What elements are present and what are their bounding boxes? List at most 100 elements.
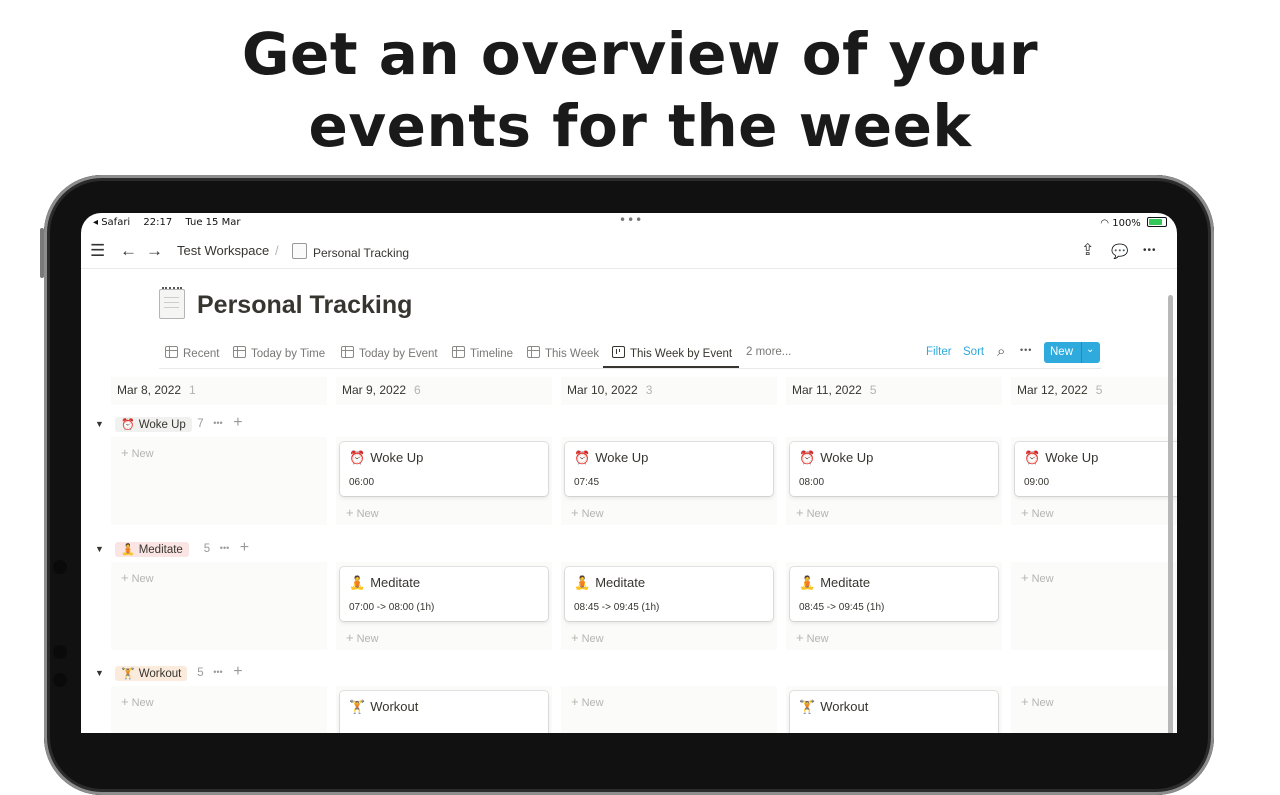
add-new-button[interactable]: + New bbox=[796, 630, 829, 645]
add-new-label: New bbox=[581, 697, 604, 709]
timeline-icon bbox=[452, 346, 465, 358]
collapse-toggle-icon[interactable]: ▼ bbox=[95, 668, 104, 678]
column-date: Mar 8, 2022 bbox=[117, 383, 182, 397]
more-options-icon[interactable]: ••• bbox=[1143, 240, 1157, 262]
column-header[interactable]: Mar 11, 2022 5 bbox=[792, 383, 877, 397]
group-tag[interactable]: 🏋 Workout bbox=[115, 666, 188, 681]
forward-arrow-icon[interactable]: → bbox=[146, 240, 163, 262]
add-new-button[interactable]: + New bbox=[346, 630, 379, 645]
tab-label: Timeline bbox=[470, 348, 514, 360]
event-card[interactable]: 🏋 Workout bbox=[790, 691, 998, 733]
add-new-button[interactable]: + New bbox=[121, 694, 154, 709]
breadcrumb-workspace[interactable]: Test Workspace bbox=[177, 243, 269, 258]
notepad-icon[interactable] bbox=[159, 287, 185, 319]
add-card-icon[interactable]: + bbox=[240, 539, 249, 557]
search-icon[interactable]: ⌕ bbox=[997, 343, 1005, 360]
tab-label: Today by Event bbox=[359, 348, 438, 360]
column-header[interactable]: Mar 8, 2022 1 bbox=[117, 383, 196, 397]
group-options-icon[interactable]: ••• bbox=[213, 418, 222, 428]
event-card[interactable]: ⏰ Woke Up 08:00 bbox=[790, 442, 998, 496]
page-title[interactable]: Personal Tracking bbox=[197, 291, 412, 320]
chevron-down-icon[interactable]: ⌄ bbox=[1086, 344, 1094, 355]
add-new-button[interactable]: + New bbox=[121, 570, 154, 585]
back-to-safari[interactable]: ◂ Safari bbox=[93, 217, 130, 228]
active-tab-indicator bbox=[603, 366, 739, 368]
vertical-scrollbar[interactable] bbox=[1168, 295, 1173, 733]
new-button[interactable]: New ⌄ bbox=[1044, 342, 1100, 363]
add-new-label: New bbox=[581, 508, 604, 520]
add-new-label: New bbox=[806, 508, 829, 520]
event-card[interactable]: ⏰ Woke Up 07:45 bbox=[565, 442, 773, 496]
filter-button[interactable]: Filter bbox=[926, 346, 952, 358]
column-header[interactable]: Mar 10, 2022 3 bbox=[567, 383, 652, 397]
back-arrow-icon[interactable]: ← bbox=[120, 240, 137, 262]
card-title-text: Woke Up bbox=[820, 450, 874, 465]
tab-today-by-time[interactable]: Today by Time bbox=[233, 346, 325, 360]
group-tag[interactable]: 🧘 Meditate bbox=[115, 542, 189, 557]
column-header[interactable]: Mar 12, 2022 5 bbox=[1017, 383, 1102, 397]
add-new-button[interactable]: + New bbox=[571, 505, 604, 520]
tab-recent[interactable]: Recent bbox=[165, 346, 219, 360]
tab-this-week[interactable]: This Week bbox=[527, 346, 599, 360]
card-time: 07:45 bbox=[574, 477, 600, 488]
add-new-label: New bbox=[131, 573, 154, 585]
card-title-text: Meditate bbox=[595, 575, 646, 590]
add-new-button[interactable]: + New bbox=[796, 505, 829, 520]
group-tag[interactable]: ⏰ Woke Up bbox=[115, 417, 192, 432]
view-tabs-bar: Recent Today by Time Today by Event Time… bbox=[159, 340, 1101, 369]
top-navigation-bar: ☰ ← → Test Workspace / Personal Tracking… bbox=[81, 235, 1177, 269]
column-date: Mar 11, 2022 bbox=[792, 383, 862, 397]
add-new-button[interactable]: + New bbox=[571, 630, 604, 645]
comment-icon[interactable]: 💬 bbox=[1111, 240, 1128, 262]
add-new-button[interactable]: + New bbox=[1021, 505, 1054, 520]
event-card[interactable]: ⏰ Woke Up 09:00 bbox=[1015, 442, 1177, 496]
share-icon[interactable]: ⇪ bbox=[1081, 240, 1094, 262]
add-new-button[interactable]: + New bbox=[121, 445, 154, 460]
tab-timeline[interactable]: Timeline bbox=[452, 346, 513, 360]
battery-icon bbox=[1147, 217, 1167, 227]
event-emoji-icon: 🧘 bbox=[799, 575, 816, 590]
column-count: 5 bbox=[869, 383, 877, 397]
view-options-icon[interactable]: ••• bbox=[1020, 345, 1032, 355]
promo-headline: Get an overview of your events for the w… bbox=[0, 18, 1280, 162]
multitask-dots-icon[interactable]: ••• bbox=[619, 213, 643, 227]
add-new-label: New bbox=[1031, 573, 1054, 585]
more-views-button[interactable]: 2 more... bbox=[746, 346, 791, 358]
plus-icon: + bbox=[121, 445, 129, 460]
sort-button[interactable]: Sort bbox=[963, 346, 984, 358]
group-options-icon[interactable]: ••• bbox=[213, 667, 222, 677]
group-options-icon[interactable]: ••• bbox=[220, 543, 229, 553]
event-card[interactable]: 🏋 Workout bbox=[340, 691, 548, 733]
column-header[interactable]: Mar 9, 2022 6 bbox=[342, 383, 421, 397]
breadcrumb-page[interactable]: Personal Tracking bbox=[292, 243, 409, 260]
add-new-button[interactable]: + New bbox=[1021, 570, 1054, 585]
add-card-icon[interactable]: + bbox=[233, 414, 242, 432]
add-new-button[interactable]: + New bbox=[346, 505, 379, 520]
sidebar-menu-icon[interactable]: ☰ bbox=[90, 240, 105, 262]
battery-percent: 100% bbox=[1112, 218, 1141, 229]
event-card[interactable]: 🧘 Meditate 07:00 -> 08:00 (1h) bbox=[340, 567, 548, 621]
collapse-toggle-icon[interactable]: ▼ bbox=[95, 419, 104, 429]
tab-this-week-by-event[interactable]: This Week by Event bbox=[612, 346, 732, 360]
plus-icon: + bbox=[121, 694, 129, 709]
card-title-text: Workout bbox=[820, 699, 869, 714]
event-card[interactable]: 🧘 Meditate 08:45 -> 09:45 (1h) bbox=[565, 567, 773, 621]
add-card-icon[interactable]: + bbox=[233, 663, 242, 681]
tab-today-by-event[interactable]: Today by Event bbox=[341, 346, 438, 360]
event-card[interactable]: 🧘 Meditate 08:45 -> 09:45 (1h) bbox=[790, 567, 998, 621]
sensor-dot bbox=[53, 673, 67, 687]
collapse-toggle-icon[interactable]: ▼ bbox=[95, 544, 104, 554]
card-time: 08:00 bbox=[799, 477, 825, 488]
column-count: 1 bbox=[189, 383, 196, 397]
breadcrumb-separator: / bbox=[275, 243, 279, 258]
breadcrumb-page-label: Personal Tracking bbox=[313, 246, 410, 260]
card-title-text: Meditate bbox=[820, 575, 871, 590]
camera-dot bbox=[53, 560, 67, 574]
add-new-button[interactable]: + New bbox=[571, 694, 604, 709]
add-new-button[interactable]: + New bbox=[1021, 694, 1054, 709]
table-icon bbox=[233, 346, 246, 358]
headline-line-1: Get an overview of your bbox=[241, 20, 1039, 88]
column-count: 6 bbox=[414, 383, 421, 397]
add-new-label: New bbox=[356, 633, 379, 645]
event-card[interactable]: ⏰ Woke Up 06:00 bbox=[340, 442, 548, 496]
